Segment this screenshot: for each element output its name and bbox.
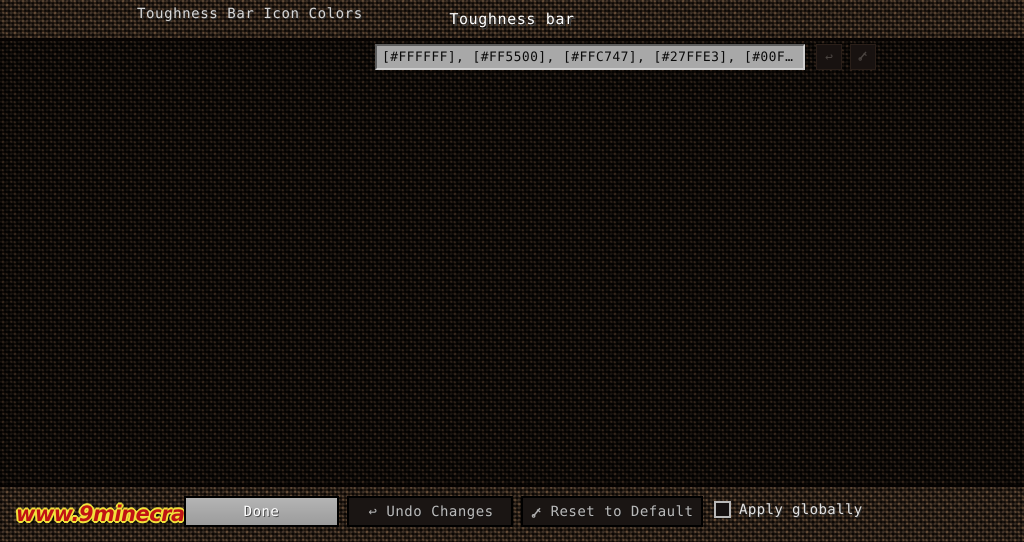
- row-undo-button[interactable]: ↩: [816, 44, 842, 70]
- done-button-label: Done: [243, 503, 280, 520]
- apply-globally-label: Apply globally: [739, 501, 863, 518]
- done-button[interactable]: Done: [184, 496, 339, 527]
- config-field-value: [#FFFFFF], [#FF5500], [#FFC747], [#27FFE…: [382, 49, 794, 65]
- config-content-area: [0, 41, 1024, 487]
- toughness-bar-icon-colors-input[interactable]: [#FFFFFF], [#FF5500], [#FFC747], [#27FFE…: [375, 44, 805, 70]
- reset-default-icon: [858, 50, 869, 64]
- config-entry-label: Toughness Bar Icon Colors: [137, 6, 363, 22]
- minecraft-config-screen: Toughness bar Toughness Bar Icon Colors …: [0, 0, 1024, 542]
- reset-to-default-label: Reset to Default: [550, 503, 694, 520]
- undo-changes-button[interactable]: ↩ Undo Changes: [347, 496, 513, 527]
- undo-changes-label: Undo Changes: [386, 503, 494, 520]
- reset-default-icon: [531, 505, 544, 518]
- row-reset-button[interactable]: [850, 44, 876, 70]
- apply-globally-checkbox[interactable]: [714, 501, 731, 518]
- undo-arrow-icon: ↩: [825, 49, 833, 65]
- apply-globally-control[interactable]: Apply globally: [714, 501, 863, 518]
- undo-arrow-icon: ↩: [368, 503, 378, 520]
- reset-to-default-button[interactable]: Reset to Default: [521, 496, 703, 527]
